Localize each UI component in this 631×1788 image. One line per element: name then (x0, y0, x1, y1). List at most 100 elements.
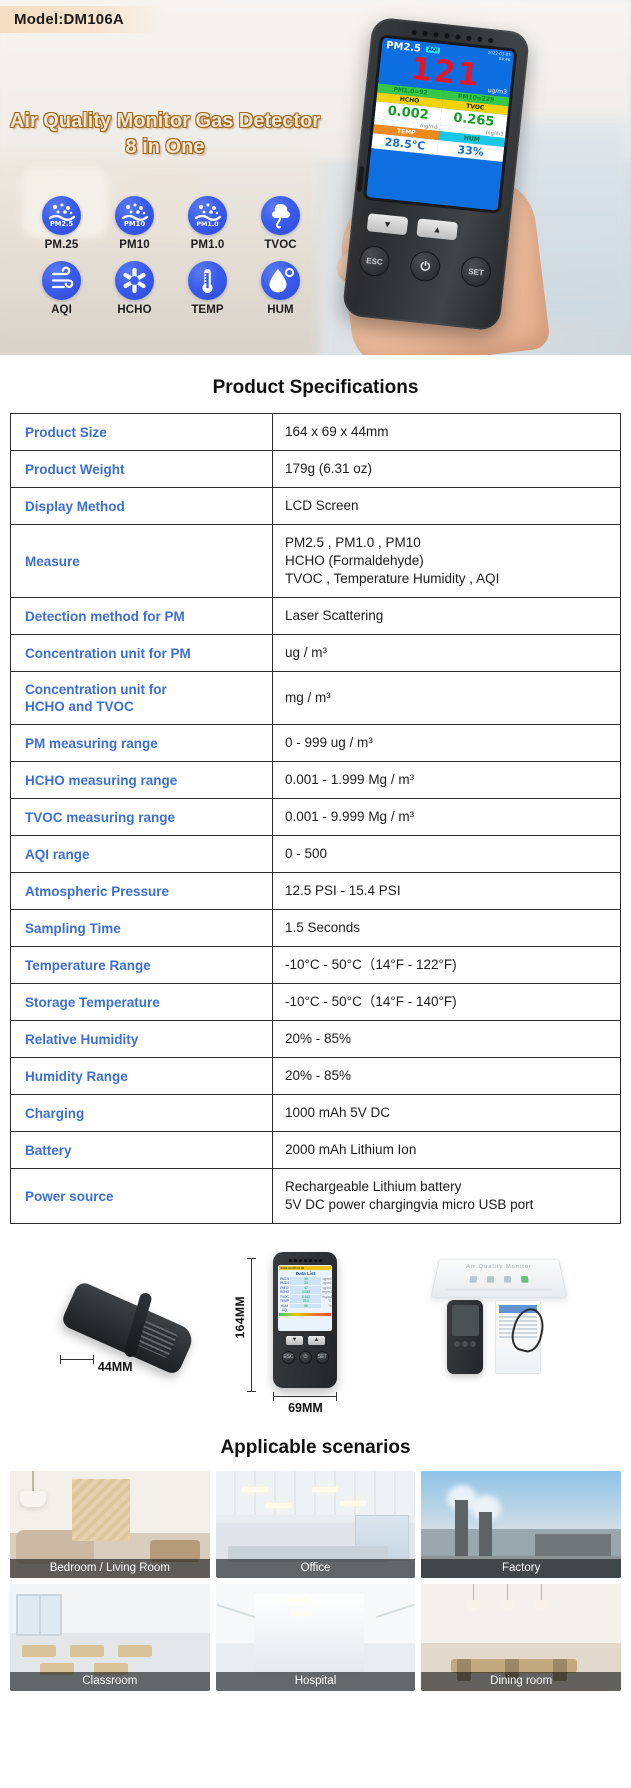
spec-value: LCD Screen (272, 487, 621, 525)
table-row: Humidity Range 20% - 85% (10, 1057, 621, 1095)
power-button[interactable]: ⏻ (408, 249, 442, 283)
ceiling-light (285, 1598, 308, 1602)
ceiling-light (289, 1612, 312, 1616)
usb-port (356, 165, 365, 193)
width-dimension-label: 69MM (288, 1401, 323, 1415)
hum-icon (261, 261, 300, 300)
spec-key: Temperature Range (10, 946, 273, 984)
screen-status-bar: 2022-03-05 03:09 (279, 1265, 332, 1270)
device-nav-buttons: ▼ ▲ (278, 1335, 332, 1345)
height-measure-bar (247, 1258, 257, 1392)
down-button[interactable]: ▼ (285, 1335, 303, 1345)
ceiling-light (265, 1503, 292, 1508)
desk (22, 1645, 56, 1657)
spec-key: Product Weight (10, 450, 273, 488)
specifications-table-body: Product Size 164 x 69 x 44mm Product Weig… (10, 413, 621, 1224)
table-row: Charging 1000 mAh 5V DC (10, 1094, 621, 1132)
set-button[interactable]: SET (459, 255, 493, 289)
spec-value: 1.5 Seconds (272, 909, 621, 947)
spec-key: Detection method for PM (10, 597, 273, 635)
depth-dimension-label: 44MM (97, 1360, 133, 1374)
specifications-table: Product Size 164 x 69 x 44mm Product Weig… (10, 413, 621, 1224)
temp-icon (188, 261, 227, 300)
feature-pm10: PM10 PM10 (99, 196, 170, 251)
package-photo: Air Quality Monitor (417, 1256, 577, 1386)
feature-label: PM1.0 (190, 239, 225, 251)
height-dimension-label: 164MM (233, 1296, 248, 1339)
scenario-caption: Dining room (421, 1672, 621, 1691)
pendant-lamp (465, 1600, 482, 1611)
spec-key: Battery (10, 1131, 273, 1169)
data-row: HCHO 0.035 mg/m3 (279, 1290, 333, 1294)
data-row: HUM 66% (280, 1303, 332, 1308)
width-measure-bar (273, 1392, 338, 1401)
feature-label: TVOC (264, 239, 297, 251)
depth-measure-brace (59, 1355, 94, 1364)
feature-label: HUM (267, 304, 294, 316)
scenario-caption: Hospital (215, 1672, 416, 1691)
scenarios-grid: Bedroom / Living Room Office Factory Cla… (0, 1471, 631, 1705)
table-row: Battery 2000 mAh Lithium Ion (10, 1131, 621, 1169)
spec-value: 20% - 85% (272, 1057, 621, 1095)
device-screen (451, 1305, 479, 1336)
table-row: Detection method for PM Laser Scattering (10, 597, 621, 635)
product-photo: PM2.5 AQI 2022-03-05 04:46 121 ug/m3 PM1… (327, 8, 627, 355)
spec-value: 0.001 - 1.999 Mg / m³ (272, 761, 621, 799)
data-row: TVOC 0.102 mg/m3 (280, 1294, 333, 1299)
scenario-bedroom: Bedroom / Living Room (10, 1471, 210, 1578)
feature-pm1: PM1.0 PM1.0 (172, 196, 243, 251)
up-button[interactable]: ▲ (416, 218, 459, 241)
desk (70, 1645, 104, 1657)
aqi-icon (42, 261, 81, 300)
table-row: Relative Humidity 20% - 85% (10, 1020, 621, 1058)
svg-text:PM10: PM10 (124, 220, 145, 228)
spec-key: Atmospheric Pressure (10, 872, 273, 910)
pendant-lamp (499, 1600, 516, 1611)
feature-tvoc: TVOC (245, 196, 316, 251)
front-view-column: 164MM 2022-03-05 03:09 Data List PM2.5 34… (233, 1246, 338, 1415)
spec-key: Sampling Time (10, 909, 273, 947)
spec-value: 0 - 999 ug / m³ (272, 724, 621, 762)
spec-key: AQI range (10, 835, 273, 873)
scenario-dining-room: Dining room (421, 1584, 621, 1691)
spec-value: 2000 mAh Lithium Ion (272, 1131, 621, 1169)
down-button[interactable]: ▼ (366, 213, 409, 236)
table-row: PM measuring range 0 - 999 ug / m³ (10, 724, 621, 762)
spec-key: PM measuring range (10, 724, 273, 762)
table-row: Storage Temperature -10°C - 50°C（14°F - 1… (10, 983, 621, 1021)
feature-label: TEMP (191, 304, 224, 316)
up-button[interactable]: ▲ (307, 1335, 325, 1345)
spec-value: Rechargeable Lithium battery 5V DC power… (272, 1168, 621, 1224)
feature-pm25: PM2.5 PM.25 (26, 196, 97, 251)
packaged-device (447, 1300, 484, 1374)
window (16, 1594, 62, 1636)
feature-label: AQI (51, 304, 72, 316)
device-lcd-screen: PM2.5 AQI 2022-03-05 04:46 121 ug/m3 PM1… (366, 37, 515, 211)
feature-aqi: AQI (26, 261, 97, 316)
spec-key: Measure (10, 524, 273, 598)
esc-button[interactable]: ESC (358, 244, 392, 278)
svg-text:PM2.5: PM2.5 (50, 220, 73, 228)
package-contents-column: Air Quality Monitor (417, 1246, 577, 1386)
desk (118, 1645, 152, 1657)
screen-title: Data List (295, 1270, 316, 1276)
spec-value: 179g (6.31 oz) (272, 450, 621, 488)
device-key-row: ESC ⏻ SET (278, 1350, 332, 1364)
pendant-lamp (533, 1600, 550, 1611)
esc-button[interactable]: ESC (281, 1350, 295, 1364)
set-button[interactable]: SET (315, 1350, 329, 1364)
scenarios-title: Applicable scenarios (220, 1437, 411, 1458)
ceiling-light (311, 1487, 338, 1492)
scenario-office: Office (215, 1471, 416, 1578)
feature-temp: TEMP (172, 261, 243, 316)
power-button[interactable]: ⏻ (298, 1350, 312, 1364)
ceiling-light (241, 1487, 268, 1492)
spec-key: TVOC measuring range (10, 798, 273, 836)
spec-value: 20% - 85% (272, 1020, 621, 1058)
scenarios-section: Applicable scenarios Bedroom / Living Ro… (0, 1437, 631, 1705)
pm25-icon: PM2.5 (42, 196, 81, 235)
spec-value: Laser Scattering (272, 597, 621, 635)
table-row: Product Weight 179g (6.31 oz) (10, 450, 621, 488)
specifications-section: Product Specifications Product Size 164 x… (0, 355, 631, 1230)
lamp-cord (32, 1471, 34, 1493)
